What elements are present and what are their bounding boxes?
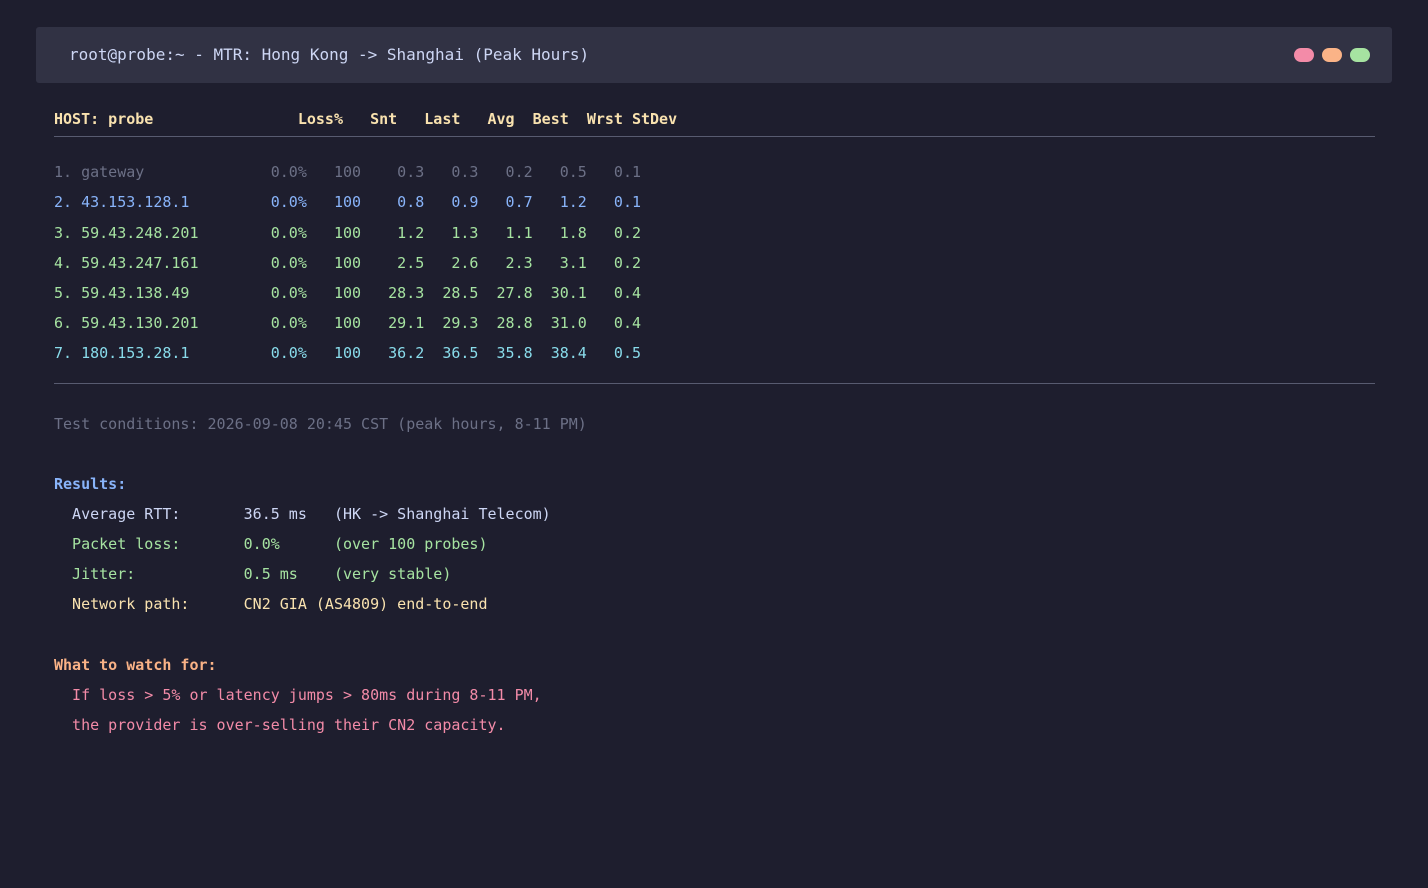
mtr-table-header: HOST: probe Loss% Snt Last Avg Best Wrst… (54, 110, 678, 128)
hop-row: 7. 180.153.28.1 0.0% 100 36.2 36.5 35.8 … (54, 344, 641, 363)
result-jitter: Jitter: 0.5 ms (very stable) (54, 565, 452, 584)
result-packet-loss: Packet loss: 0.0% (over 100 probes) (54, 535, 488, 554)
window-controls (1294, 48, 1370, 62)
hop-row: 3. 59.43.248.201 0.0% 100 1.2 1.3 1.1 1.… (54, 223, 641, 242)
watch-line-2: the provider is over-selling their CN2 c… (54, 716, 506, 734)
hop-row: 6. 59.43.130.201 0.0% 100 29.1 29.3 28.8… (54, 314, 641, 333)
watch-line-1: If loss > 5% or latency jumps > 80ms dur… (54, 685, 542, 704)
terminal-output[interactable]: HOST: probe Loss% Snt Last Avg Best Wrst… (54, 104, 1375, 740)
maximize-window-dot-icon[interactable] (1350, 48, 1370, 62)
watch-heading: What to watch for: (54, 655, 217, 674)
results-heading: Results: (54, 474, 127, 493)
close-window-dot-icon[interactable] (1294, 48, 1314, 62)
hop-row: 4. 59.43.247.161 0.0% 100 2.5 2.6 2.3 3.… (54, 253, 641, 272)
result-average-rtt: Average RTT: 36.5 ms (HK -> Shanghai Tel… (54, 504, 551, 523)
test-conditions: Test conditions: 2026-09-08 20:45 CST (p… (54, 414, 587, 433)
window-title: root@probe:~ - MTR: Hong Kong -> Shangha… (69, 45, 590, 64)
hop-row: 2. 43.153.128.1 0.0% 100 0.8 0.9 0.7 1.2… (54, 193, 641, 212)
minimize-window-dot-icon[interactable] (1322, 48, 1342, 62)
terminal-titlebar: root@probe:~ - MTR: Hong Kong -> Shangha… (36, 27, 1392, 83)
hop-row: 5. 59.43.138.49 0.0% 100 28.3 28.5 27.8 … (54, 283, 641, 302)
hop-row: 1. gateway 0.0% 100 0.3 0.3 0.2 0.5 0.1 (54, 163, 641, 182)
result-network-path: Network path: CN2 GIA (AS4809) end-to-en… (54, 595, 488, 614)
